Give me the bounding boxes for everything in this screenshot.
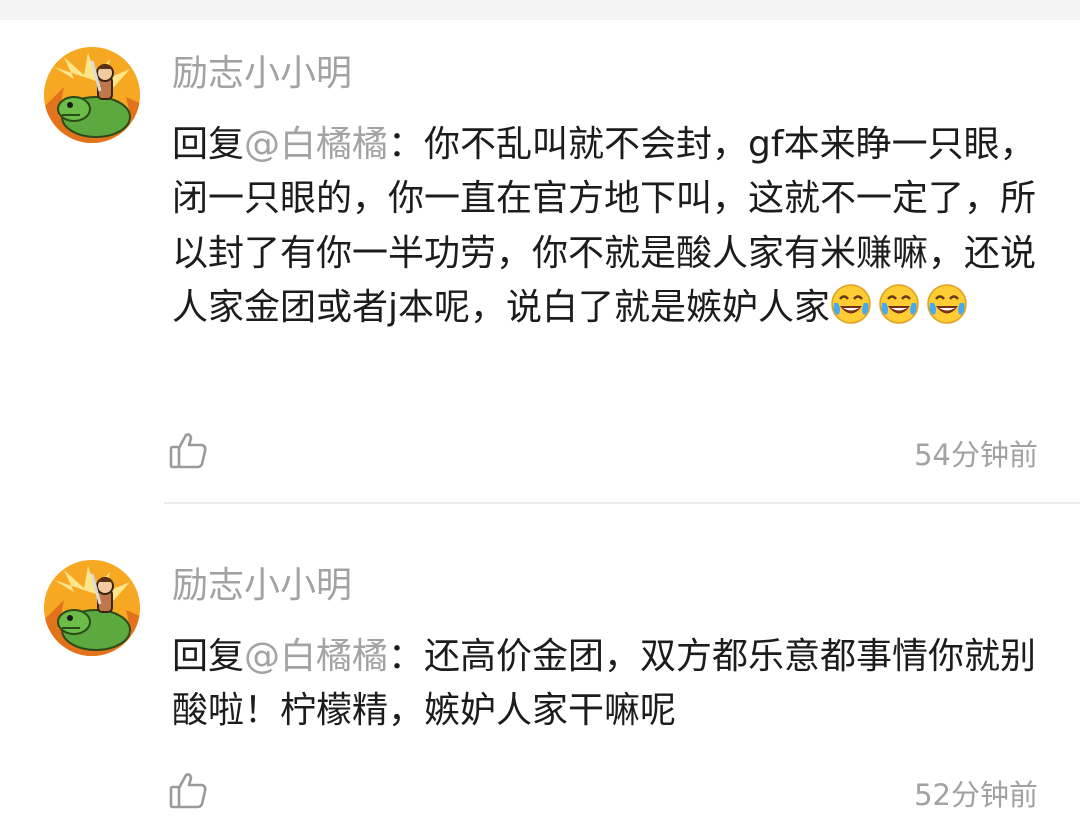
reply-colon: ： [388, 636, 425, 677]
avatar[interactable] [44, 560, 140, 656]
reply-prefix: 回复 [172, 636, 245, 677]
comment-item: 励志小小明 回复@白橘橘：还高价金团，双方都乐意都事情你就别酸啦！柠檬精，嫉妒人… [0, 0, 1080, 834]
comment-time: 52分钟前 [914, 778, 1038, 812]
thumbs-up-icon[interactable] [168, 770, 208, 810]
comment-username[interactable]: 励志小小明 [172, 566, 352, 606]
mention-link[interactable]: @白橘橘 [244, 636, 388, 677]
comment-body: 回复@白橘橘：还高价金团，双方都乐意都事情你就别酸啦！柠檬精，嫉妒人家干嘛呢 [172, 630, 1042, 739]
